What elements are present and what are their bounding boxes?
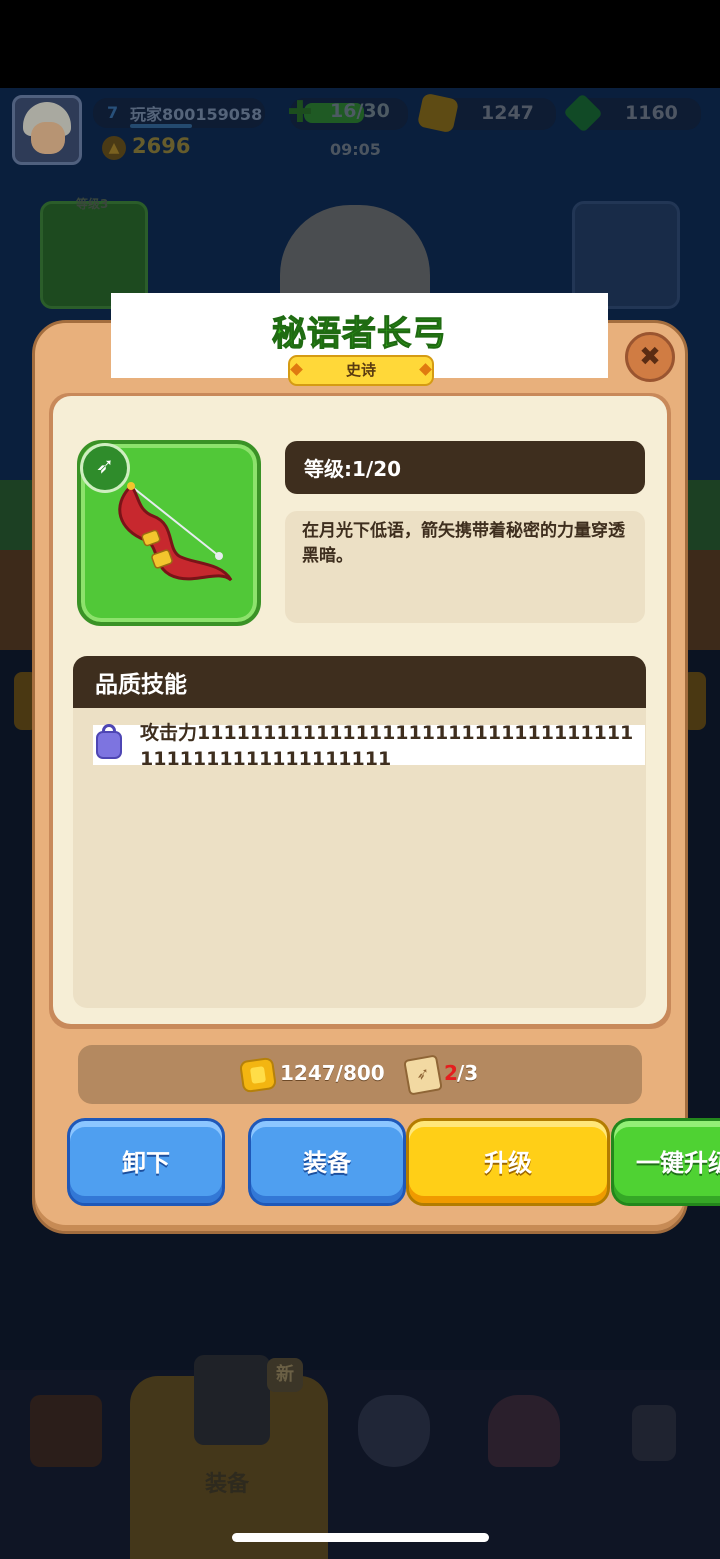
status-bar bbox=[0, 0, 720, 88]
gem-value: 1160 bbox=[625, 102, 678, 124]
player-avatar[interactable] bbox=[12, 95, 82, 165]
unequip-button[interactable]: 卸下 bbox=[67, 1118, 225, 1206]
nav-shield-icon[interactable] bbox=[358, 1395, 430, 1467]
scroll-count: 2 bbox=[444, 1061, 458, 1085]
nav-shop-icon[interactable] bbox=[30, 1395, 102, 1467]
nav-equipment-label: 装备 bbox=[205, 1472, 250, 1497]
gold-coin-inner bbox=[249, 1066, 267, 1084]
equip-button[interactable]: 装备 bbox=[248, 1118, 406, 1206]
scroll-required: /3 bbox=[457, 1061, 479, 1085]
skill-header-label: 品质技能 bbox=[95, 672, 187, 698]
bottom-nav-bar bbox=[0, 1370, 720, 1559]
lock-icon bbox=[96, 731, 122, 759]
power-icon: ▲ bbox=[102, 136, 126, 160]
item-title: 秘语者长弓 bbox=[271, 313, 447, 354]
player-name: 玩家800159058 bbox=[130, 105, 263, 124]
avatar-face bbox=[31, 122, 65, 154]
scroll-icon: ➶ bbox=[403, 1054, 443, 1096]
nav-trophy-icon[interactable] bbox=[488, 1395, 560, 1467]
close-icon: ✖ bbox=[639, 342, 661, 372]
energy-plus-icon[interactable]: ✚ bbox=[280, 95, 320, 131]
weapon-type-icon: ➶ bbox=[80, 443, 130, 493]
gold-plus-icon[interactable] bbox=[416, 92, 460, 134]
nav-lock-icon[interactable] bbox=[632, 1405, 676, 1461]
energy-value: 16/30 bbox=[330, 100, 390, 122]
player-power: 2696 bbox=[132, 134, 191, 158]
player-xp-bar bbox=[130, 124, 192, 128]
home-indicator[interactable] bbox=[232, 1533, 489, 1542]
item-description: 在月光下低语，箭矢携带着秘密的力量穿透黑暗。 bbox=[302, 521, 625, 566]
player-level: 7 bbox=[107, 103, 119, 122]
rarity-label: 史诗 bbox=[345, 361, 376, 379]
gold-cost: 1247/800 bbox=[280, 1061, 385, 1085]
upgrade-button[interactable]: 升级 bbox=[406, 1118, 610, 1206]
close-button[interactable]: ✖ bbox=[625, 332, 675, 382]
energy-timer: 09:05 bbox=[330, 140, 381, 159]
nav-armor-icon bbox=[194, 1355, 270, 1445]
skill-text: 攻击力1111111111111111111111111111111111111… bbox=[140, 722, 634, 770]
item-level: 等级:1/20 bbox=[304, 457, 402, 481]
gold-value: 1247 bbox=[481, 102, 534, 124]
one-click-upgrade-button[interactable]: 一键升级 bbox=[611, 1118, 720, 1206]
weapon-slot-level: 等级3 bbox=[76, 197, 109, 211]
new-badge: 新 bbox=[267, 1358, 303, 1392]
